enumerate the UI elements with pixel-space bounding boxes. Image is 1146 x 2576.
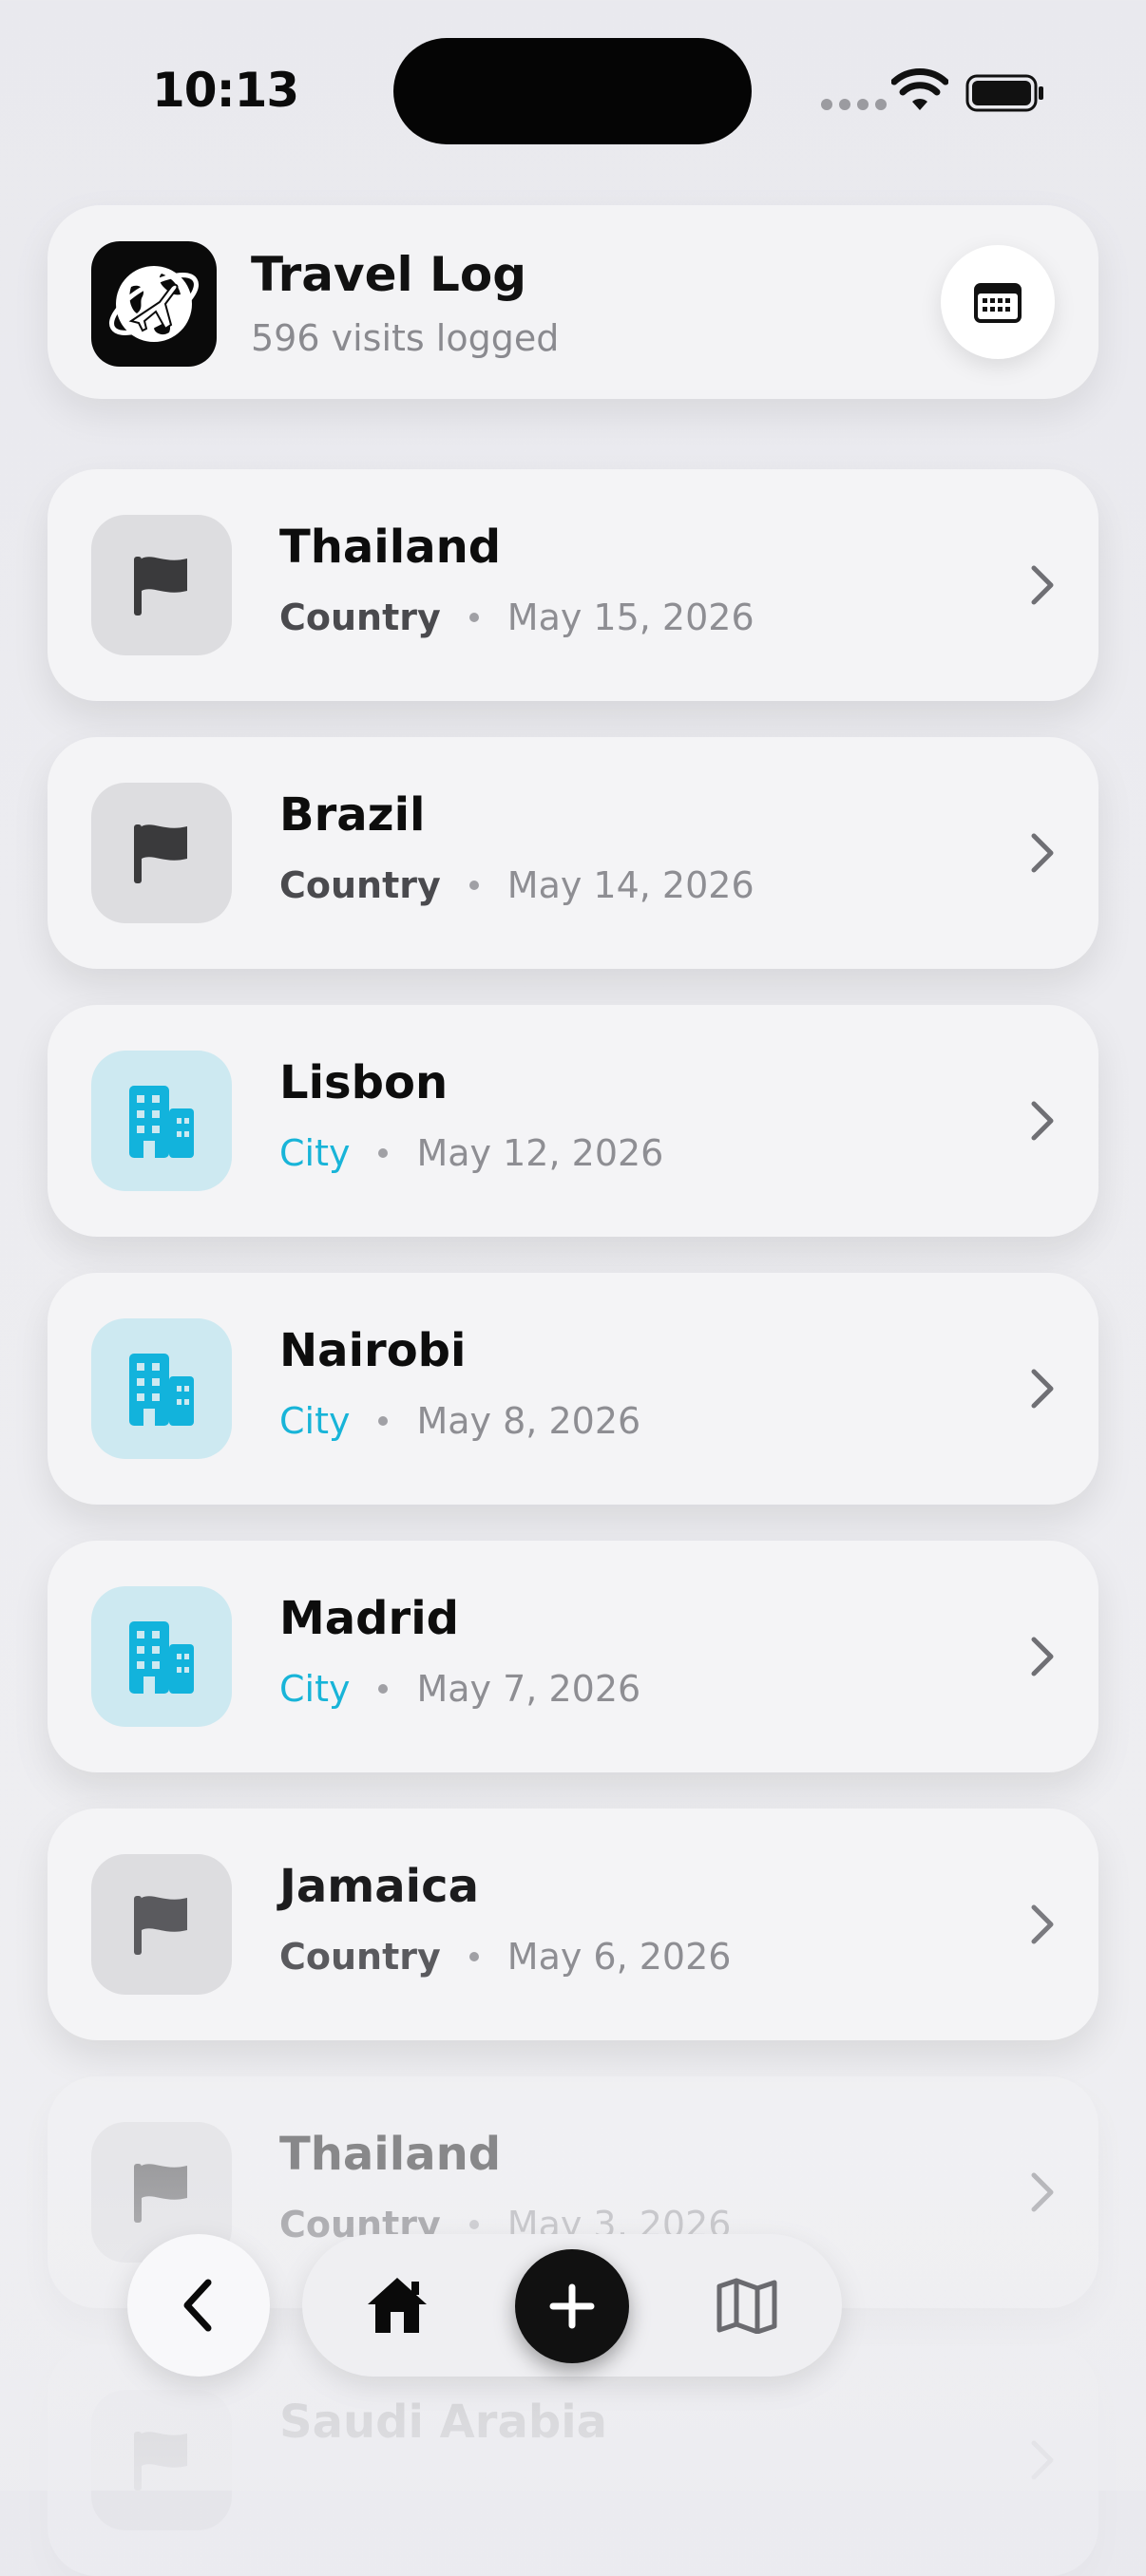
status-bar: 10:13: [0, 0, 1146, 190]
globe-plane-icon: [91, 241, 217, 367]
separator-dot: [378, 1148, 389, 1158]
visit-name: Thailand: [279, 521, 502, 574]
flag-icon: [91, 1854, 232, 1995]
visit-row[interactable]: Lisbon City May 12, 2026: [48, 1005, 1098, 1237]
visit-row[interactable]: Brazil Country May 14, 2026: [48, 737, 1098, 969]
visit-name: Madrid: [279, 1592, 459, 1645]
separator-dot: [378, 1684, 389, 1694]
separator-dot: [468, 881, 479, 890]
visit-meta: Country May 15, 2026: [279, 597, 754, 638]
visit-type: Country: [279, 597, 441, 638]
visit-name: Nairobi: [279, 1324, 467, 1377]
header-card: Travel Log 596 visits logged: [48, 205, 1098, 399]
separator-dot: [378, 1416, 389, 1426]
page-title: Travel Log: [251, 247, 527, 302]
visit-type: Country: [279, 864, 441, 906]
cellular-signal-icon: [821, 99, 887, 110]
visit-meta: City May 7, 2026: [279, 1668, 640, 1710]
status-time: 10:13: [152, 63, 299, 118]
flag-icon: [91, 783, 232, 923]
chevron-right-icon: [1031, 2172, 1054, 2212]
visit-date: May 6, 2026: [506, 1936, 732, 1978]
visit-date: May 7, 2026: [416, 1668, 641, 1710]
separator-dot: [468, 613, 479, 622]
visit-row[interactable]: Madrid City May 7, 2026: [48, 1541, 1098, 1772]
calendar-icon: [974, 283, 1022, 323]
map-icon: [716, 2278, 777, 2334]
tab-map[interactable]: [709, 2268, 785, 2342]
building-icon: [91, 1051, 232, 1191]
visits-count: 596 visits logged: [251, 317, 560, 359]
chevron-right-icon: [1031, 565, 1054, 605]
visit-row[interactable]: Thailand Country May 15, 2026: [48, 469, 1098, 701]
visit-type: City: [279, 1132, 351, 1174]
chevron-left-icon: [183, 2279, 212, 2332]
visit-type: City: [279, 1668, 351, 1710]
visit-meta: City May 12, 2026: [279, 1132, 663, 1174]
building-icon: [91, 1586, 232, 1727]
home-icon: [368, 2278, 427, 2333]
visit-name: Saudi Arabia: [279, 2396, 608, 2449]
flag-icon: [91, 515, 232, 655]
building-icon: [91, 1318, 232, 1459]
visit-name: Lisbon: [279, 1056, 449, 1109]
separator-dot: [468, 1952, 479, 1961]
add-visit-button[interactable]: [515, 2249, 629, 2363]
visit-name: Brazil: [279, 788, 426, 842]
calendar-button[interactable]: [941, 245, 1055, 359]
back-button[interactable]: [127, 2234, 270, 2377]
wifi-icon: [891, 68, 948, 110]
visit-row[interactable]: Jamaica Country May 6, 2026: [48, 1809, 1098, 2040]
visit-row[interactable]: Nairobi City May 8, 2026: [48, 1273, 1098, 1505]
visit-date: May 8, 2026: [416, 1400, 641, 1442]
dynamic-island: [393, 38, 752, 144]
plus-icon: [549, 2283, 595, 2329]
battery-icon: [965, 74, 1043, 112]
flag-icon: [91, 2390, 232, 2530]
visit-meta: Country May 6, 2026: [279, 1936, 731, 1978]
visit-name: Jamaica: [279, 1860, 479, 1913]
chevron-right-icon: [1031, 2440, 1054, 2480]
chevron-right-icon: [1031, 1101, 1054, 1141]
chevron-right-icon: [1031, 833, 1054, 873]
visit-date: May 14, 2026: [506, 864, 754, 906]
visit-name: Thailand: [279, 2128, 502, 2181]
visit-date: May 12, 2026: [416, 1132, 664, 1174]
visit-meta: City May 8, 2026: [279, 1400, 640, 1442]
tab-bar: [302, 2234, 842, 2377]
visit-row[interactable]: Saudi Arabia: [48, 2344, 1098, 2576]
visit-meta: Country May 14, 2026: [279, 864, 754, 906]
separator-dot: [468, 2220, 479, 2229]
tab-home[interactable]: [359, 2268, 435, 2342]
chevron-right-icon: [1031, 1637, 1054, 1676]
visit-type: City: [279, 1400, 351, 1442]
chevron-right-icon: [1031, 1904, 1054, 1944]
visit-type: Country: [279, 1936, 441, 1978]
visit-date: May 15, 2026: [506, 597, 754, 638]
chevron-right-icon: [1031, 1369, 1054, 1409]
